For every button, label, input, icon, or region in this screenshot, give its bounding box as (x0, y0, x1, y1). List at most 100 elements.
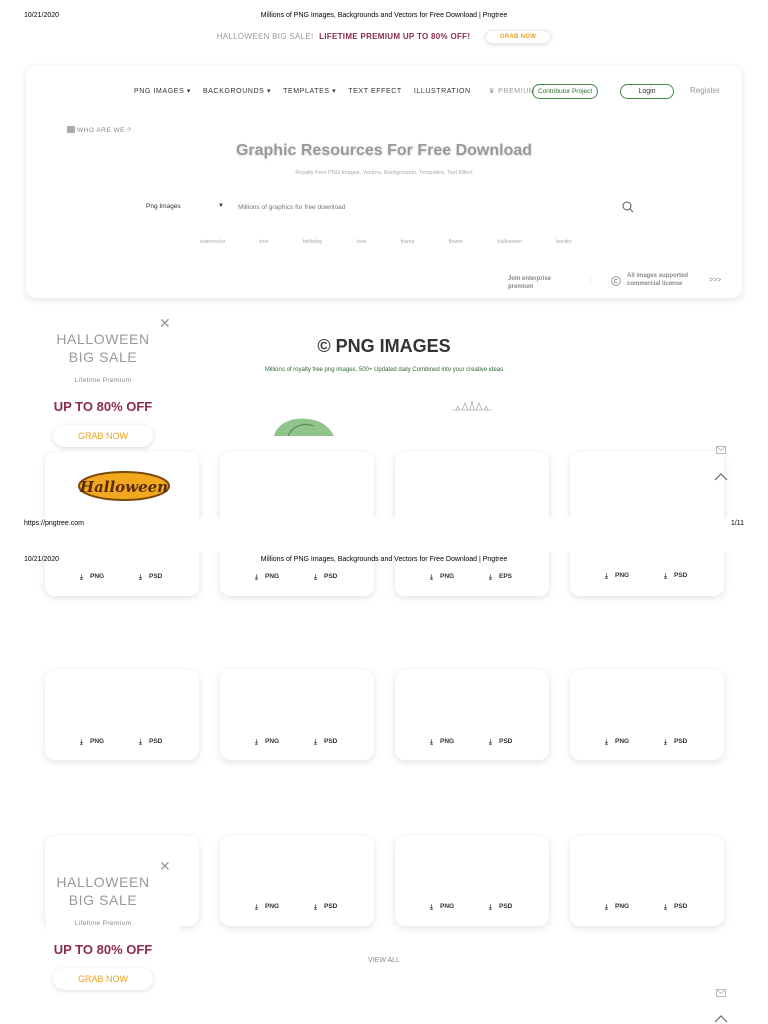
who-are-we-link[interactable]: WHO ARE WE ? (67, 126, 131, 134)
image-card[interactable] (395, 836, 549, 926)
license-more-link[interactable]: >>> (709, 277, 721, 284)
login-button[interactable]: Login (620, 84, 674, 99)
view-all-link[interactable]: VIEW ALL (0, 957, 768, 964)
download-png-link[interactable]: ⤓ PNG (430, 738, 454, 747)
download-png-link[interactable]: ⤓ PNG (255, 738, 279, 747)
download-icon: ⤓ (314, 574, 317, 581)
back-to-top-icon[interactable] (714, 1015, 728, 1023)
download-png-link[interactable]: ⤓ PNG (430, 573, 454, 582)
download-psd-link[interactable]: ⤓ PSD (489, 738, 512, 747)
download-icon: ⤓ (605, 573, 608, 580)
side-promo-grab-button[interactable]: GRAB NOW (53, 425, 153, 447)
grid-icon (67, 126, 75, 133)
grab-now-button[interactable]: GRAB NOW (484, 30, 552, 44)
mail-icon[interactable] (716, 446, 726, 454)
side-promo-title-line2: BIG SALE (68, 892, 138, 908)
side-promo-grab-button[interactable]: GRAB NOW (53, 968, 153, 990)
download-icon: ⤓ (664, 904, 667, 911)
download-png-link[interactable]: ⤓ PNG (605, 572, 629, 581)
enterprise-link[interactable]: Join enterprise premium (508, 275, 551, 291)
download-psd-link[interactable]: ⤓ PSD (314, 573, 337, 582)
download-icon: ⤓ (489, 574, 492, 581)
download-icon: ⤓ (139, 574, 142, 581)
tag-link[interactable]: love (356, 239, 366, 245)
download-png-link[interactable]: ⤓ PNG (80, 573, 104, 582)
nav-png-images[interactable]: PNG IMAGES ▾ (134, 87, 191, 95)
format-label: PSD (499, 738, 513, 745)
download-png-link[interactable]: ⤓ PNG (605, 738, 629, 747)
close-icon[interactable]: ✕ (159, 315, 171, 332)
download-icon: ⤓ (430, 574, 433, 581)
tag-link[interactable]: watercolor (200, 239, 225, 245)
contributor-project-button[interactable]: Contributor Project (532, 84, 599, 99)
side-promo-sub: Lifetime Premium (74, 920, 132, 927)
tag-link[interactable]: border (556, 239, 572, 245)
search-type-select[interactable]: Png Images (146, 203, 181, 210)
download-png-link[interactable]: ⤓ PNG (255, 903, 279, 912)
side-promo-title-line1: HALLOWEEN (56, 874, 150, 890)
format-label: EPS (499, 573, 513, 580)
download-icon: ⤓ (80, 739, 83, 746)
download-icon: ⤓ (430, 904, 433, 911)
page-break (0, 518, 768, 552)
halloween-logo-image[interactable]: Halloween (78, 470, 170, 502)
close-icon[interactable]: ✕ (159, 858, 171, 875)
download-icon: ⤓ (489, 739, 492, 746)
tag-link[interactable]: frame (401, 239, 415, 245)
tag-link[interactable]: halloween (497, 239, 522, 245)
mail-icon[interactable] (716, 989, 726, 997)
side-promo-offer: UP TO 80% OFF (53, 399, 153, 414)
search-input[interactable] (238, 200, 618, 214)
download-png-link[interactable]: ⤓ PNG (255, 573, 279, 582)
print-title: Millions of PNG Images, Backgrounds and … (260, 556, 508, 563)
download-psd-link[interactable]: ⤓ PSD (139, 573, 162, 582)
tag-link[interactable]: flower (449, 239, 464, 245)
ornament-image[interactable] (450, 399, 494, 413)
format-label: PSD (674, 738, 688, 745)
format-label: PSD (674, 903, 688, 910)
image-card[interactable] (570, 836, 724, 926)
caret-down-icon[interactable]: ▼ (218, 203, 224, 209)
nav-illustration[interactable]: ILLUSTRATION (414, 88, 471, 95)
license-line2: commercial license (627, 281, 683, 287)
image-card[interactable] (220, 836, 374, 926)
search-icon[interactable] (622, 201, 634, 213)
download-psd-link[interactable]: ⤓ PSD (139, 738, 162, 747)
nav-templates[interactable]: TEMPLATES ▾ (283, 87, 336, 95)
format-label: PNG (90, 738, 105, 745)
download-psd-link[interactable]: ⤓ PSD (314, 903, 337, 912)
image-card[interactable] (220, 670, 374, 760)
download-icon: ⤓ (255, 739, 258, 746)
download-icon: ⤓ (605, 904, 608, 911)
download-psd-link[interactable]: ⤓ PSD (314, 738, 337, 747)
image-card[interactable] (45, 670, 199, 760)
image-card[interactable] (570, 670, 724, 760)
download-icon: ⤓ (664, 739, 667, 746)
download-png-link[interactable]: ⤓ PNG (605, 903, 629, 912)
green-leaf-image[interactable] (270, 414, 334, 436)
download-psd-link[interactable]: ⤓ PSD (664, 572, 687, 581)
who-label: WHO ARE WE ? (77, 127, 132, 134)
license-line1: All images supported (627, 273, 689, 279)
format-label: PSD (324, 573, 338, 580)
back-to-top-icon[interactable] (714, 473, 728, 481)
tag-link[interactable]: tree (259, 239, 268, 245)
download-psd-link[interactable]: ⤓ PSD (489, 903, 512, 912)
download-psd-link[interactable]: ⤓ PSD (664, 903, 687, 912)
tag-link[interactable]: birthday (303, 239, 323, 245)
image-card[interactable] (395, 670, 549, 760)
copyright-icon (611, 276, 621, 286)
download-png-link[interactable]: ⤓ PNG (80, 738, 104, 747)
nav-premium[interactable]: ♛ PREMIUM (489, 87, 536, 95)
download-icon: ⤓ (314, 739, 317, 746)
register-link[interactable]: Register (690, 86, 720, 95)
format-label: PNG (440, 573, 455, 580)
download-psd-link[interactable]: ⤓ PSD (664, 738, 687, 747)
promo-text: HALLOWEEN BIG SALE! (216, 32, 314, 42)
download-eps-link[interactable]: ⤓ EPS (489, 573, 512, 582)
download-png-link[interactable]: ⤓ PNG (430, 903, 454, 912)
print-title: Millions of PNG Images, Backgrounds and … (260, 12, 508, 19)
format-label: PNG (440, 738, 455, 745)
nav-backgrounds[interactable]: BACKGROUNDS ▾ (203, 87, 271, 95)
nav-text-effect[interactable]: TEXT EFFECT (348, 88, 402, 95)
